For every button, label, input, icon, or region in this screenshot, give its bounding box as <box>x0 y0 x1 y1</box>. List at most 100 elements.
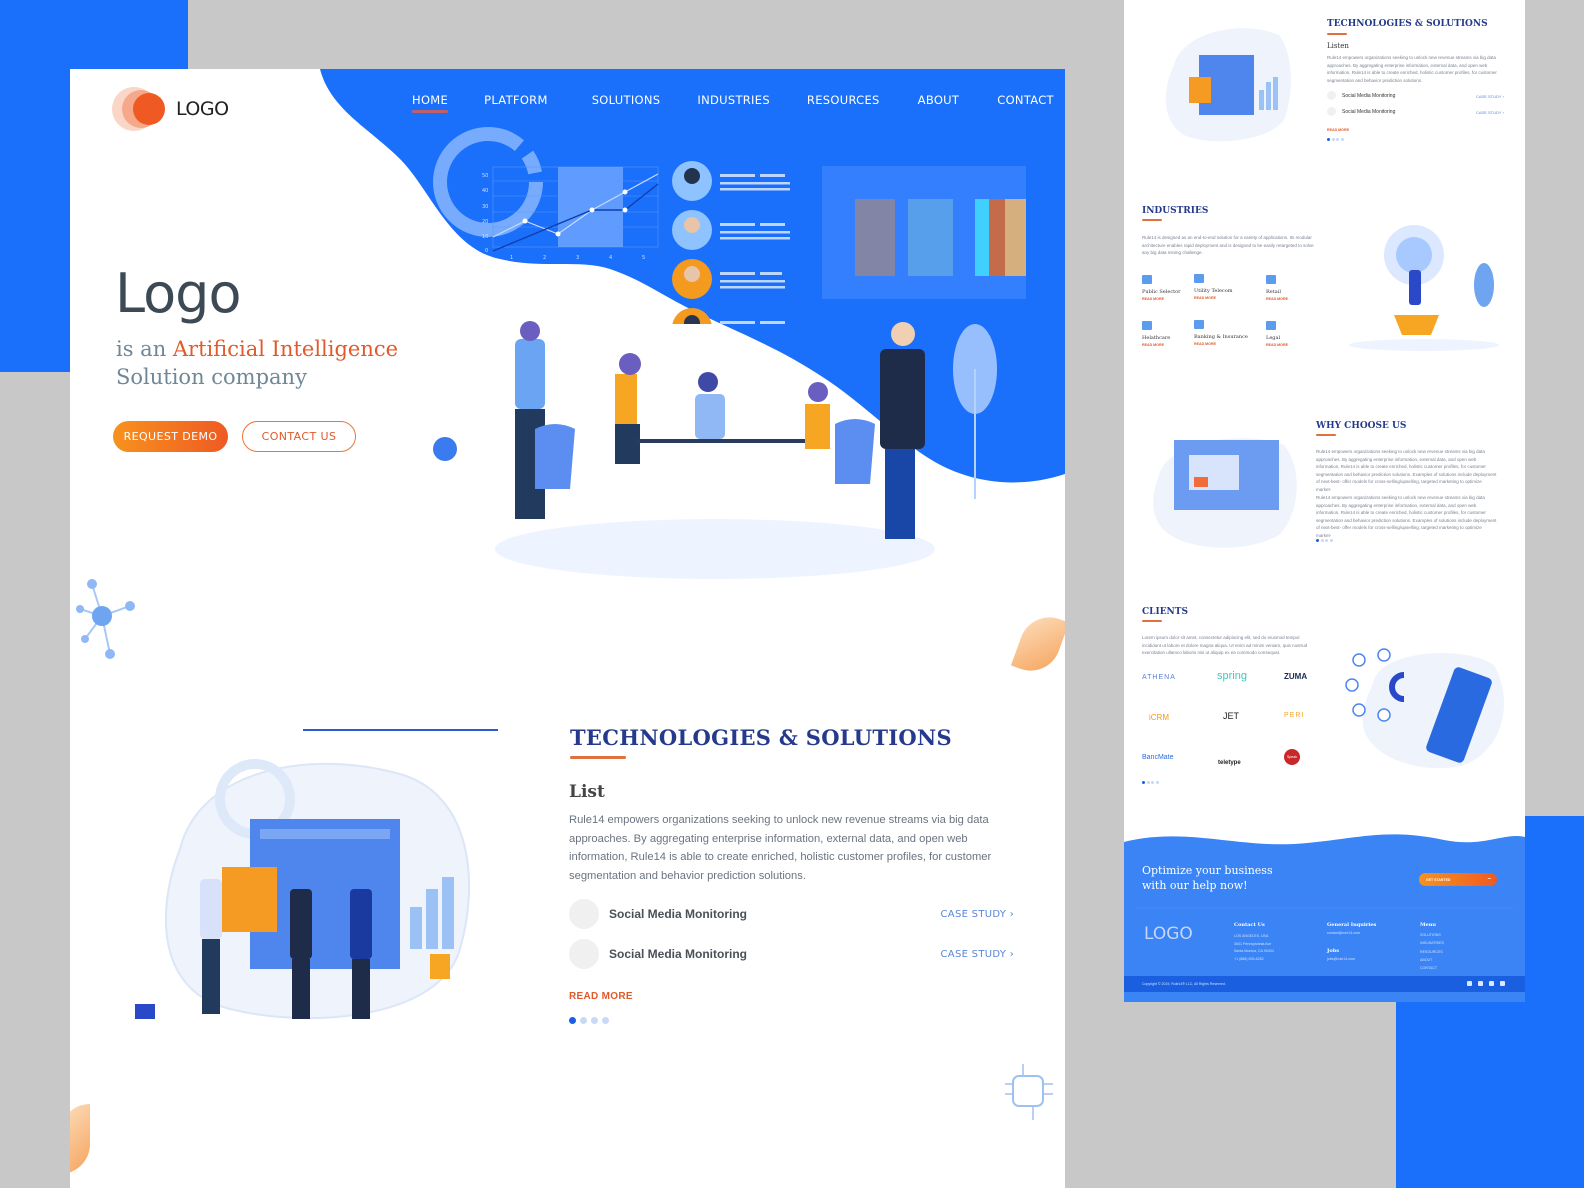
item-label: Social Media Monitoring <box>609 947 748 961</box>
item-icon <box>569 899 599 929</box>
nav-solutions[interactable]: SOLUTIONS <box>592 93 661 107</box>
list-item: Social Media Monitoring CASE STUDY › <box>569 939 1014 969</box>
read-more-link[interactable]: READ MORE <box>1266 297 1336 301</box>
chart-tick: 0 <box>485 248 488 254</box>
nav-contact[interactable]: CONTACT <box>997 93 1054 107</box>
footer-inquiries-title: General Inquiries <box>1327 922 1377 928</box>
footer-jobs-title: Jobs <box>1327 948 1340 954</box>
nav-resources[interactable]: RESOURCES <box>807 93 880 107</box>
why-choose-para-1: Rule14 empowers organizations seeking to… <box>1316 449 1497 492</box>
title-underline <box>1142 620 1162 622</box>
chart-tick: 4 <box>609 255 612 261</box>
carousel-dot[interactable] <box>1142 781 1145 784</box>
footer-menu-item[interactable]: ABOUT <box>1420 956 1444 964</box>
chart-tick: 2 <box>543 255 546 261</box>
carousel-dot[interactable] <box>602 1017 609 1024</box>
healthcare-icon <box>1142 321 1152 330</box>
read-more-link[interactable]: READ MORE <box>1266 343 1336 347</box>
title-underline <box>1142 219 1162 221</box>
nav-home[interactable]: HOME <box>412 93 449 113</box>
title-underline <box>1316 434 1336 436</box>
carousel-dot[interactable] <box>1340 138 1344 141</box>
chart-tick: 40 <box>482 188 488 194</box>
footer-menu-item[interactable]: INDUSATRIES <box>1420 939 1444 947</box>
address-line: Santa Monica, CA 90404 <box>1234 949 1274 953</box>
twitter-icon[interactable] <box>1489 981 1494 986</box>
read-more-link[interactable]: READ MORE <box>569 991 633 1002</box>
carousel-dot[interactable] <box>1327 138 1330 141</box>
retail-cart-icon <box>1266 275 1276 284</box>
client-logo-zuma: ZUMA <box>1284 672 1308 681</box>
request-demo-button[interactable]: REQUEST DEMO <box>113 421 228 452</box>
read-more-link[interactable]: READ MORE <box>1194 342 1264 346</box>
chart-tick: 1 <box>510 255 513 261</box>
logo[interactable]: LOGO <box>112 87 229 131</box>
preview-item-label: Social Media Monitoring <box>1342 93 1396 99</box>
telecom-icon <box>1194 274 1204 283</box>
footer-menu-item[interactable]: CONTACT <box>1420 964 1444 972</box>
clients-magnet-illustration <box>1345 648 1504 769</box>
hero-dashboard-illustration: 0 10 20 30 40 50 1 2 3 4 5 <box>433 127 1026 324</box>
read-more-link[interactable]: READ MORE <box>1327 128 1349 132</box>
industries-illustration <box>1349 225 1499 351</box>
main-nav: HOME PLATFORM SOLUTIONS INDUSTRIES RESOU… <box>412 93 1054 113</box>
carousel-dot[interactable] <box>1155 781 1159 784</box>
carousel-dot[interactable] <box>1329 539 1333 542</box>
get-started-button[interactable]: GET STARTED – <box>1419 873 1497 886</box>
bank-icon <box>1194 320 1204 329</box>
contact-us-button[interactable]: CONTACT US <box>242 421 356 452</box>
carousel-dot[interactable] <box>1331 138 1335 141</box>
carousel-dot[interactable] <box>1151 781 1154 784</box>
footer-menu: SOLUTIONS INDUSATRIES RESOURCES ABOUT CO… <box>1420 931 1444 972</box>
chart-tick: 30 <box>482 204 488 210</box>
footer-menu-item[interactable]: RESOURCES <box>1420 948 1444 956</box>
inquiries-email-link[interactable]: contact@rule14.com <box>1327 931 1360 935</box>
industry-name: Retail <box>1266 289 1281 295</box>
facebook-icon[interactable] <box>1467 981 1472 986</box>
industry-item[interactable]: Utility Telecom READ MORE <box>1194 274 1264 300</box>
tech-description: Rule14 empowers organizations seeking to… <box>569 814 992 882</box>
chart-tick: 3 <box>576 255 579 261</box>
industry-name: Legal <box>1266 335 1281 341</box>
carousel-dot[interactable] <box>1316 539 1319 542</box>
cta-text: Optimize your business with our help now… <box>1142 863 1273 893</box>
footer-menu-title: Menu <box>1420 922 1436 928</box>
linkedin-icon[interactable] <box>1500 981 1505 986</box>
carousel-dot[interactable] <box>1320 539 1324 542</box>
chart-tick: 50 <box>482 173 488 179</box>
why-choose-illustration <box>1153 438 1297 548</box>
client-logo-teletype: teletype <box>1218 760 1241 766</box>
case-study-link[interactable]: CASE STUDY › <box>1476 94 1504 99</box>
carousel-dot[interactable] <box>580 1017 587 1024</box>
chart-tick: 10 <box>482 234 488 240</box>
read-more-link[interactable]: READ MORE <box>1194 296 1264 300</box>
jobs-email-link[interactable]: jobs@rule14.com <box>1327 957 1355 961</box>
industry-name: Banking & Insurance <box>1194 334 1248 340</box>
nav-industries[interactable]: INDUSTRIES <box>697 93 770 107</box>
carousel-dot[interactable] <box>1325 539 1328 542</box>
clients-body: Lorem ipsum dolor sit amet, consectetur … <box>1142 635 1308 656</box>
case-study-link[interactable]: CASE STUDY › <box>941 909 1014 920</box>
case-study-link[interactable]: CASE STUDY › <box>1476 110 1504 115</box>
nav-about[interactable]: ABOUT <box>918 93 960 107</box>
industry-item[interactable]: Legal READ MORE <box>1266 321 1336 347</box>
carousel-dot[interactable] <box>569 1017 576 1024</box>
chart-tick: 5 <box>642 255 645 261</box>
copyright: Copyright © 2019, Rule14® LLC, All Right… <box>1142 982 1226 986</box>
footer-wave <box>1124 834 1525 1002</box>
carousel-dot[interactable] <box>591 1017 598 1024</box>
user-avatar-list <box>672 161 790 324</box>
carousel-dot[interactable] <box>1146 781 1150 784</box>
client-logo-peri: PERI <box>1284 712 1305 719</box>
case-study-link[interactable]: CASE STUDY › <box>941 949 1014 960</box>
client-logo-spring: spring <box>1217 670 1247 682</box>
industry-item[interactable]: Banking & Insurance READ MORE <box>1194 320 1264 346</box>
client-logo-bancmate: BancMate <box>1142 754 1174 761</box>
carousel-dot[interactable] <box>1336 138 1339 141</box>
footer-menu-item[interactable]: SOLUTIONS <box>1420 931 1444 939</box>
nav-platform[interactable]: PLATFORM <box>484 93 548 107</box>
social-links <box>1467 981 1505 986</box>
instagram-icon[interactable] <box>1478 981 1483 986</box>
industry-item[interactable]: Retail READ MORE <box>1266 275 1336 301</box>
address-line: LOS ANGELES, USA <box>1234 934 1269 938</box>
